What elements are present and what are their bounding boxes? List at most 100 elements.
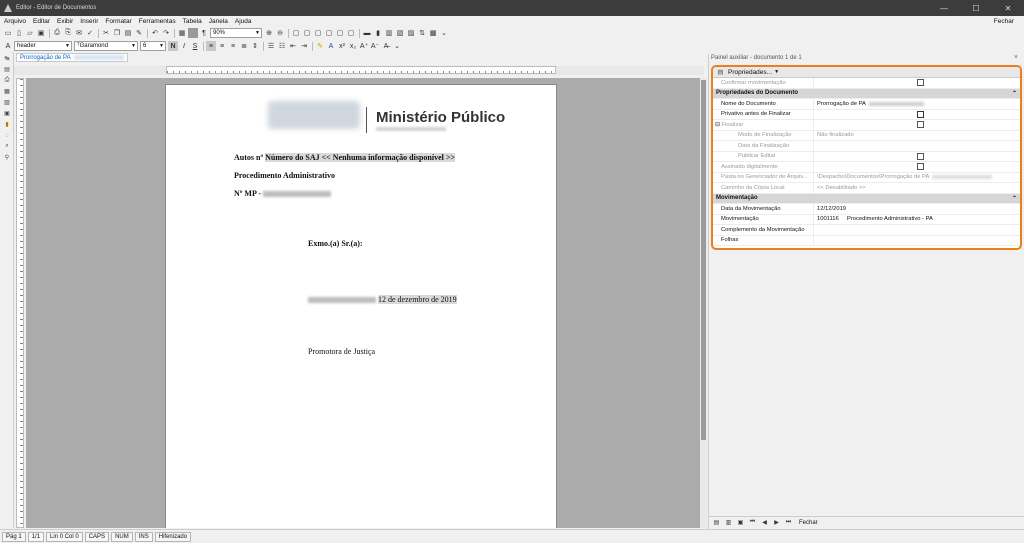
strike-button[interactable]: S	[190, 41, 200, 51]
panel-close-link[interactable]: Fechar	[799, 520, 818, 526]
menu-janela[interactable]: Janela	[209, 18, 228, 25]
new-doc-icon[interactable]: ▭	[3, 28, 13, 38]
scrollbar-thumb[interactable]	[701, 80, 706, 440]
privativo-checkbox[interactable]	[917, 110, 924, 118]
field2-icon[interactable]: ▢	[302, 28, 312, 38]
prop-value[interactable]: 12/12/2019	[813, 204, 1020, 214]
first-page-icon[interactable]: ⏮	[748, 518, 757, 527]
panel-doc-icon[interactable]: ▤	[712, 518, 721, 527]
zoom-out-icon[interactable]: ⊖	[275, 28, 285, 38]
draft-icon[interactable]: ▦	[2, 87, 12, 96]
minimize-button[interactable]: —	[928, 0, 960, 16]
font-size-select[interactable]: 6 ▼	[140, 41, 166, 51]
more-format-icon[interactable]: ⌄	[392, 41, 402, 51]
document-page[interactable]: Ministério Público Autos nº Número do SA…	[165, 84, 557, 528]
paste-icon[interactable]: ▤	[123, 28, 133, 38]
save-icon[interactable]: ▣	[36, 28, 46, 38]
italic-button[interactable]: I	[179, 41, 189, 51]
prop-value[interactable]: Prorrogação de PA	[813, 99, 1020, 109]
justify-icon[interactable]: ≣	[239, 41, 249, 51]
close-window-button[interactable]: ✕	[992, 0, 1024, 16]
open-doc-icon[interactable]: ▯	[14, 28, 24, 38]
insert-row-icon[interactable]: ▬	[362, 28, 372, 38]
close-document-button[interactable]: Fechar	[994, 18, 1014, 25]
superscript-icon[interactable]: x²	[337, 41, 347, 51]
zoom-select[interactable]: 90% ▼	[210, 28, 262, 38]
prop-value[interactable]: 1001116 Procedimento Administrativo - PA	[813, 214, 1020, 224]
section-document-properties[interactable]: Propriedades do Documento ⌃	[713, 88, 1020, 99]
format-painter-icon[interactable]: ✎	[134, 28, 144, 38]
assinado-checkbox[interactable]	[917, 163, 924, 171]
pilcrow-icon[interactable]: ¶	[199, 28, 209, 38]
autos-field[interactable]: Número do SAJ << Nenhuma informação disp…	[265, 153, 455, 162]
pin-icon[interactable]: ⚲	[2, 153, 12, 162]
confirmar-checkbox[interactable]	[917, 79, 924, 87]
lock-icon[interactable]: ▮	[2, 120, 12, 129]
numbering-icon[interactable]: ☷	[277, 41, 287, 51]
style-select[interactable]: header ▼	[14, 41, 72, 51]
table-props-icon[interactable]: ▨	[406, 28, 416, 38]
menu-exibir[interactable]: Exibir	[57, 18, 73, 25]
sort-icon[interactable]: ⇅	[417, 28, 427, 38]
undo-icon[interactable]: ↶	[150, 28, 160, 38]
highlight-icon[interactable]: ✎	[315, 41, 325, 51]
outdent-icon[interactable]: ⇤	[288, 41, 298, 51]
table-icon[interactable]: ▦	[177, 28, 187, 38]
document-tab[interactable]: Prorrogação de PA	[16, 53, 128, 62]
field5-icon[interactable]: ▢	[335, 28, 345, 38]
font-select[interactable]: ᵀ Garamond ▼	[74, 41, 138, 51]
prop-value[interactable]	[813, 235, 1020, 245]
bullets-icon[interactable]: ☰	[266, 41, 276, 51]
print-icon[interactable]: ⎙	[52, 28, 62, 38]
vertical-scrollbar[interactable]	[700, 78, 707, 528]
font-grow-icon[interactable]: A⁺	[359, 41, 369, 51]
navigator-icon[interactable]: ↹	[2, 54, 12, 63]
menu-ajuda[interactable]: Ajuda	[235, 18, 252, 25]
spellcheck-icon[interactable]: ✓	[85, 28, 95, 38]
cut-icon[interactable]: ✂	[101, 28, 111, 38]
field4-icon[interactable]: ▢	[324, 28, 334, 38]
finalizar-checkbox[interactable]	[917, 121, 924, 129]
next-page-icon[interactable]: ▶	[772, 518, 781, 527]
align-center-icon[interactable]: ≡	[217, 41, 227, 51]
field-icon[interactable]: ▢	[291, 28, 301, 38]
font-color-icon[interactable]: A	[326, 41, 336, 51]
mail-icon[interactable]: ✉	[74, 28, 84, 38]
menu-tabela[interactable]: Tabela	[183, 18, 202, 25]
print-layout-icon[interactable]: ⎙	[2, 76, 12, 85]
copy-icon[interactable]: ❐	[112, 28, 122, 38]
collapse-icon[interactable]: ⌃	[1012, 90, 1017, 97]
outline-icon[interactable]: ▧	[2, 98, 12, 107]
clear-format-icon[interactable]: A̶	[381, 41, 391, 51]
collapse-icon[interactable]: ⌃	[1012, 195, 1017, 202]
redo-icon[interactable]: ↷	[161, 28, 171, 38]
maximize-button[interactable]: ☐	[960, 0, 992, 16]
prop-value[interactable]	[813, 225, 1020, 235]
zoom-in-icon[interactable]: ⊕	[264, 28, 274, 38]
publicar-checkbox[interactable]	[917, 152, 924, 160]
panel-close-button[interactable]: ×	[1014, 54, 1018, 61]
menu-editar[interactable]: Editar	[33, 18, 50, 25]
notes-icon[interactable]: ▣	[2, 109, 12, 118]
horizontal-ruler[interactable]	[166, 66, 556, 74]
vertical-ruler[interactable]	[16, 78, 24, 528]
more-icon[interactable]: ⌄	[439, 28, 449, 38]
field3-icon[interactable]: ▢	[313, 28, 323, 38]
align-right-icon[interactable]: ≡	[228, 41, 238, 51]
print-preview-icon[interactable]: ⎘	[63, 28, 73, 38]
page-layout-icon[interactable]: ▤	[2, 65, 12, 74]
date-text[interactable]: 12 de dezembro de 2019	[378, 295, 457, 304]
properties-dropdown[interactable]: Propriedades...	[728, 69, 772, 76]
menu-arquivo[interactable]: Arquivo	[4, 18, 26, 25]
merge-icon[interactable]: ▥	[384, 28, 394, 38]
menu-ferramentas[interactable]: Ferramentas	[139, 18, 176, 25]
bold-button[interactable]: N	[168, 41, 178, 51]
panel-image-icon[interactable]: ▣	[736, 518, 745, 527]
column-icon[interactable]: ▩	[428, 28, 438, 38]
line-spacing-icon[interactable]: ⇕	[250, 41, 260, 51]
font-shrink-icon[interactable]: A⁻	[370, 41, 380, 51]
comments-icon[interactable]: ◌	[2, 131, 12, 140]
field6-icon[interactable]: ▢	[346, 28, 356, 38]
panel-list-icon[interactable]: ▥	[724, 518, 733, 527]
styles-icon[interactable]: A	[3, 41, 13, 51]
